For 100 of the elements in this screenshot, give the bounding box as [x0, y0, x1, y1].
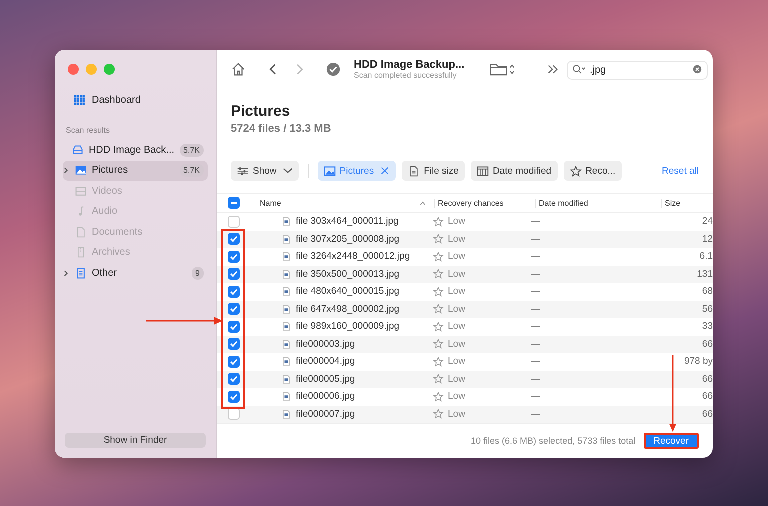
sidebar-item[interactable]: Pictures 5.7K: [63, 160, 208, 181]
date-cell-text: —: [531, 234, 542, 245]
sidebar-item[interactable]: Other 9: [63, 263, 208, 284]
close-button[interactable]: [68, 64, 79, 75]
home-icon[interactable]: [231, 62, 246, 76]
date-cell-text: —: [531, 286, 542, 298]
filter-chip[interactable]: Date modified: [470, 161, 558, 181]
size-cell-text: 33: [701, 321, 713, 332]
size-cell-text: 66: [701, 338, 713, 350]
recovery-chance-cell: Low: [448, 391, 466, 402]
recovery-chance-cell: Low: [448, 251, 466, 262]
row-checkbox[interactable]: [228, 320, 240, 333]
star-icon: [433, 322, 444, 332]
size-cell-text: 978 by: [683, 356, 713, 368]
close-icon[interactable]: [380, 167, 390, 175]
size-cell-text: 24: [701, 216, 713, 228]
star-icon: [433, 234, 444, 244]
dashboard-item[interactable]: Dashboard: [63, 95, 208, 106]
image-file-icon: [283, 287, 290, 296]
recover-button[interactable]: Recover: [644, 433, 699, 449]
star-icon: [433, 374, 444, 384]
row-checkbox[interactable]: [228, 268, 240, 280]
row-checkbox[interactable]: [228, 286, 240, 298]
file-name-cell-text: file 480x640_000015.jpg: [296, 286, 401, 298]
date-cell-text: —: [531, 216, 542, 228]
size-cell-text: 6.1: [698, 251, 713, 262]
folder-icon[interactable]: [490, 62, 516, 76]
sort-caret-icon: [420, 200, 426, 206]
size-cell-text: 68: [701, 286, 713, 298]
image-file-icon: [283, 322, 290, 332]
selection-status: 10 files (6.6 MB) selected, 5733 files total: [471, 436, 636, 446]
chevron-icon: [64, 270, 69, 277]
size-cell-text: 66: [701, 374, 713, 385]
star-icon: [433, 409, 444, 420]
count-badge: 5.7K: [180, 144, 204, 157]
row-checkbox[interactable]: [228, 233, 240, 246]
date-cell-text: —: [531, 321, 542, 332]
column-header[interactable]: Date modified: [535, 198, 661, 208]
file-name-cell-text: file000003.jpg: [296, 338, 356, 350]
file-summary: 5724 files / 13.3 MB: [231, 123, 332, 135]
image-file-icon: [283, 217, 290, 226]
filter-chip[interactable]: File size: [402, 161, 465, 181]
file-icon: [75, 268, 87, 279]
drive-icon: [72, 144, 84, 156]
row-checkbox[interactable]: [228, 390, 240, 403]
file-name-cell-text: file000004.jpg: [296, 356, 356, 368]
filter-chip[interactable]: Reco...: [564, 161, 622, 181]
date-cell-text: —: [531, 268, 542, 280]
filter-chip[interactable]: Show: [231, 161, 299, 181]
show-in-finder-button[interactable]: Show in Finder: [65, 433, 206, 448]
section-title: Scan results: [65, 126, 112, 135]
chevron-down-icon: [282, 167, 293, 175]
star-icon: [433, 392, 444, 402]
recovery-chance-cell: Low: [448, 286, 466, 298]
size-cell-text: 56: [701, 304, 713, 315]
scan-status: Scan completed successfully: [354, 70, 458, 80]
date-cell-text: —: [531, 304, 542, 315]
recovery-chance-cell: Low: [448, 268, 466, 280]
image-file-icon: [283, 252, 290, 262]
date-cell-text: —: [531, 391, 542, 402]
recovery-chance-cell: Low: [448, 356, 466, 368]
chevron-icon: [64, 167, 69, 174]
recovery-chance-cell: Low: [448, 321, 466, 332]
sidebar-item[interactable]: HDD Image Back... 5.7K: [63, 140, 208, 160]
file-name-cell-text: file 647x498_000002.jpg: [296, 304, 401, 315]
date-cell-text: —: [531, 356, 542, 368]
star-icon: [433, 286, 444, 297]
column-header[interactable]: Size: [661, 198, 713, 208]
select-all-checkbox[interactable]: [228, 197, 240, 209]
image-file-icon: [283, 392, 290, 402]
file-name-cell-text: file000006.jpg: [296, 391, 356, 402]
image-file-icon: [283, 374, 290, 384]
clear-icon[interactable]: [693, 64, 702, 74]
row-checkbox[interactable]: [228, 338, 240, 350]
size-cell-text: 131: [696, 268, 713, 280]
row-checkbox[interactable]: [228, 303, 240, 316]
image-file-icon: [283, 234, 290, 244]
row-checkbox[interactable]: [228, 356, 240, 368]
column-header[interactable]: Name: [260, 198, 420, 208]
file-name-cell-text: file 3264x2448_000012.jpg: [296, 251, 412, 262]
scan-title: HDD Image Backup...: [354, 58, 466, 70]
column-header[interactable]: Recovery chances: [434, 198, 535, 208]
checkmark-icon: [326, 62, 341, 76]
search-field[interactable]: .jpg: [567, 60, 708, 80]
archive-icon: [75, 247, 87, 258]
star-icon: [433, 216, 444, 227]
recovery-chance-cell: Low: [448, 304, 466, 315]
recovery-chance-cell: Low: [448, 234, 466, 245]
row-checkbox[interactable]: [228, 373, 240, 386]
count-badge: 9: [192, 266, 204, 280]
image-icon: [324, 166, 336, 176]
recovery-chance-cell: Low: [448, 338, 466, 350]
file-name-cell-text: file 989x160_000009.jpg: [296, 321, 401, 332]
star-icon: [433, 356, 444, 367]
row-checkbox[interactable]: [228, 408, 240, 420]
star-icon: [433, 304, 444, 314]
reset-all-link[interactable]: Reset all: [662, 166, 699, 176]
row-checkbox[interactable]: [228, 250, 240, 263]
image-file-icon: [283, 270, 290, 279]
row-checkbox[interactable]: [228, 216, 240, 228]
